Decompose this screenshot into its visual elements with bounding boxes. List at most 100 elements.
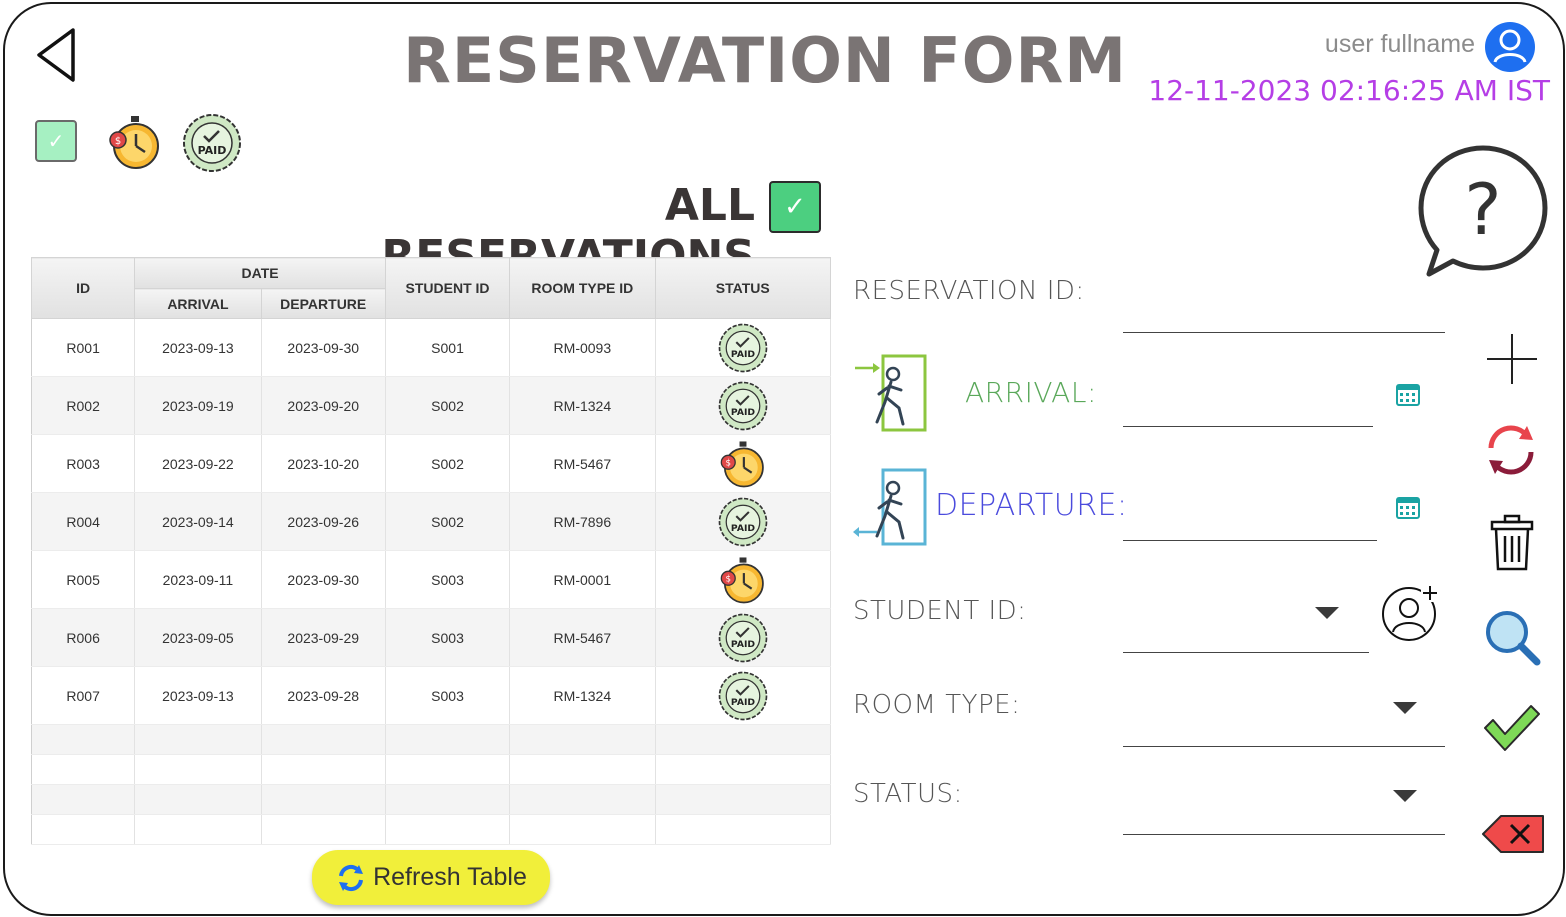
svg-text:$: $ [725,458,731,468]
empty-cell [385,784,511,815]
add-icon[interactable] [1485,332,1539,386]
room-type-select[interactable] [1123,710,1445,747]
search-icon[interactable] [1483,608,1541,666]
user-fullname: user fullname [1324,30,1475,58]
cell-room-type-id: RM-0001 [509,550,656,609]
empty-cell [385,754,511,785]
room-type-dropdown-icon[interactable] [1393,702,1417,714]
departure-calendar-icon[interactable] [1395,494,1421,520]
cell-room-type-id: RM-7896 [509,492,656,551]
col-header-status[interactable]: STATUS [654,257,832,319]
empty-cell [261,814,386,845]
table-row[interactable]: R005 2023-09-11 2023-09-30 S003 RM-0001 $ [31,550,832,609]
status-label: STATUS: [853,779,963,809]
col-header-room-type-id[interactable]: ROOM TYPE ID [509,257,656,319]
svg-text:PAID: PAID [731,407,755,418]
empty-table-row [31,814,832,845]
paid-badge-icon: PAID [655,608,832,667]
empty-cell [261,724,386,755]
svg-text:PAID: PAID [731,639,755,650]
cell-student-id: S003 [385,550,511,609]
table-row[interactable]: R002 2023-09-19 2023-09-20 S002 RM-1324 PAID [31,376,832,435]
arrival-door-icon [855,354,927,432]
empty-cell [31,814,136,845]
table-row[interactable]: R004 2023-09-14 2023-09-26 S002 RM-7896 PAID [31,492,832,551]
departure-door-icon [853,468,927,546]
arrival-date-input[interactable] [1123,390,1373,427]
help-bubble-icon[interactable]: ? [1413,142,1553,284]
cell-student-id: S002 [385,376,511,435]
table-row[interactable]: R006 2023-09-05 2023-09-29 S003 RM-5467 PAID [31,608,832,667]
empty-table-row [31,754,832,785]
cell-id: R007 [31,666,136,725]
col-header-departure[interactable]: DEPARTURE [260,288,386,319]
refresh-table-button[interactable]: Refresh Table [312,850,550,905]
back-arrow-icon[interactable] [33,26,79,84]
cell-room-type-id: RM-0093 [509,318,656,377]
svg-text:$: $ [115,136,121,147]
departure-date-input[interactable] [1123,504,1377,541]
paid-badge-icon: PAID [655,666,832,725]
table-row[interactable]: R001 2023-09-13 2023-09-30 S001 RM-0093 PAID [31,318,832,377]
empty-cell [655,754,832,785]
cell-arrival: 2023-09-13 [134,318,262,377]
empty-cell [261,784,386,815]
svg-text:$: $ [725,574,731,584]
empty-cell [134,754,262,785]
student-id-label: STUDENT ID: [853,596,1027,626]
trash-icon[interactable] [1489,514,1535,572]
status-dropdown-icon[interactable] [1393,790,1417,802]
student-id-select[interactable] [1123,616,1369,653]
cell-arrival: 2023-09-19 [134,376,262,435]
stopwatch-icon: $ [109,116,159,169]
cell-id: R002 [31,376,136,435]
reservation-id-input[interactable] [1123,294,1445,333]
update-icon[interactable] [1483,422,1539,478]
datetime-display: 12-11-2023 02:16:25 AM IST [1148,74,1550,107]
empty-cell [385,814,511,845]
cell-departure: 2023-09-30 [261,550,386,609]
paid-badge-icon: PAID [183,114,241,172]
cell-student-id: S003 [385,608,511,667]
table-row[interactable]: R003 2023-09-22 2023-10-20 S002 RM-5467 $ [31,434,832,493]
col-header-student-id[interactable]: STUDENT ID [384,257,511,319]
refresh-table-label: Refresh Table [373,863,527,891]
cell-room-type-id: RM-1324 [509,666,656,725]
empty-cell [509,814,656,845]
checkbox-icon[interactable]: ✓ [35,120,77,162]
empty-cell [134,724,262,755]
svg-text:PAID: PAID [198,144,227,157]
cell-student-id: S001 [385,318,511,377]
cell-departure: 2023-09-29 [261,608,386,667]
clear-icon[interactable] [1481,814,1547,854]
table-row[interactable]: R007 2023-09-13 2023-09-28 S003 RM-1324 PAID [31,666,832,725]
empty-cell [655,814,832,845]
col-header-date: DATE [134,257,386,289]
add-student-icon[interactable] [1381,584,1439,642]
cell-student-id: S002 [385,434,511,493]
cell-arrival: 2023-09-05 [134,608,262,667]
paid-badge-icon: PAID [655,376,832,435]
confirm-check-icon[interactable] [1481,702,1543,754]
cell-id: R001 [31,318,136,377]
section-check-icon[interactable]: ✓ [769,181,821,233]
empty-cell [655,724,832,755]
col-header-arrival[interactable]: ARRIVAL [134,288,262,319]
empty-cell [509,724,656,755]
status-select[interactable] [1123,798,1445,835]
arrival-label: ARRIVAL: [965,376,1097,409]
stopwatch-icon: $ [655,434,832,493]
cell-departure: 2023-09-26 [261,492,386,551]
cell-arrival: 2023-09-13 [134,666,262,725]
paid-badge-icon: PAID [655,492,832,551]
empty-cell [31,724,136,755]
cell-room-type-id: RM-5467 [509,608,656,667]
cell-arrival: 2023-09-22 [134,434,262,493]
col-header-id[interactable]: ID [30,257,136,319]
empty-table-row [31,784,832,815]
empty-cell [134,784,262,815]
user-avatar-icon[interactable] [1483,20,1537,74]
student-id-dropdown-icon[interactable] [1315,607,1339,619]
departure-label: DEPARTURE: [935,488,1128,523]
arrival-calendar-icon[interactable] [1395,381,1421,407]
